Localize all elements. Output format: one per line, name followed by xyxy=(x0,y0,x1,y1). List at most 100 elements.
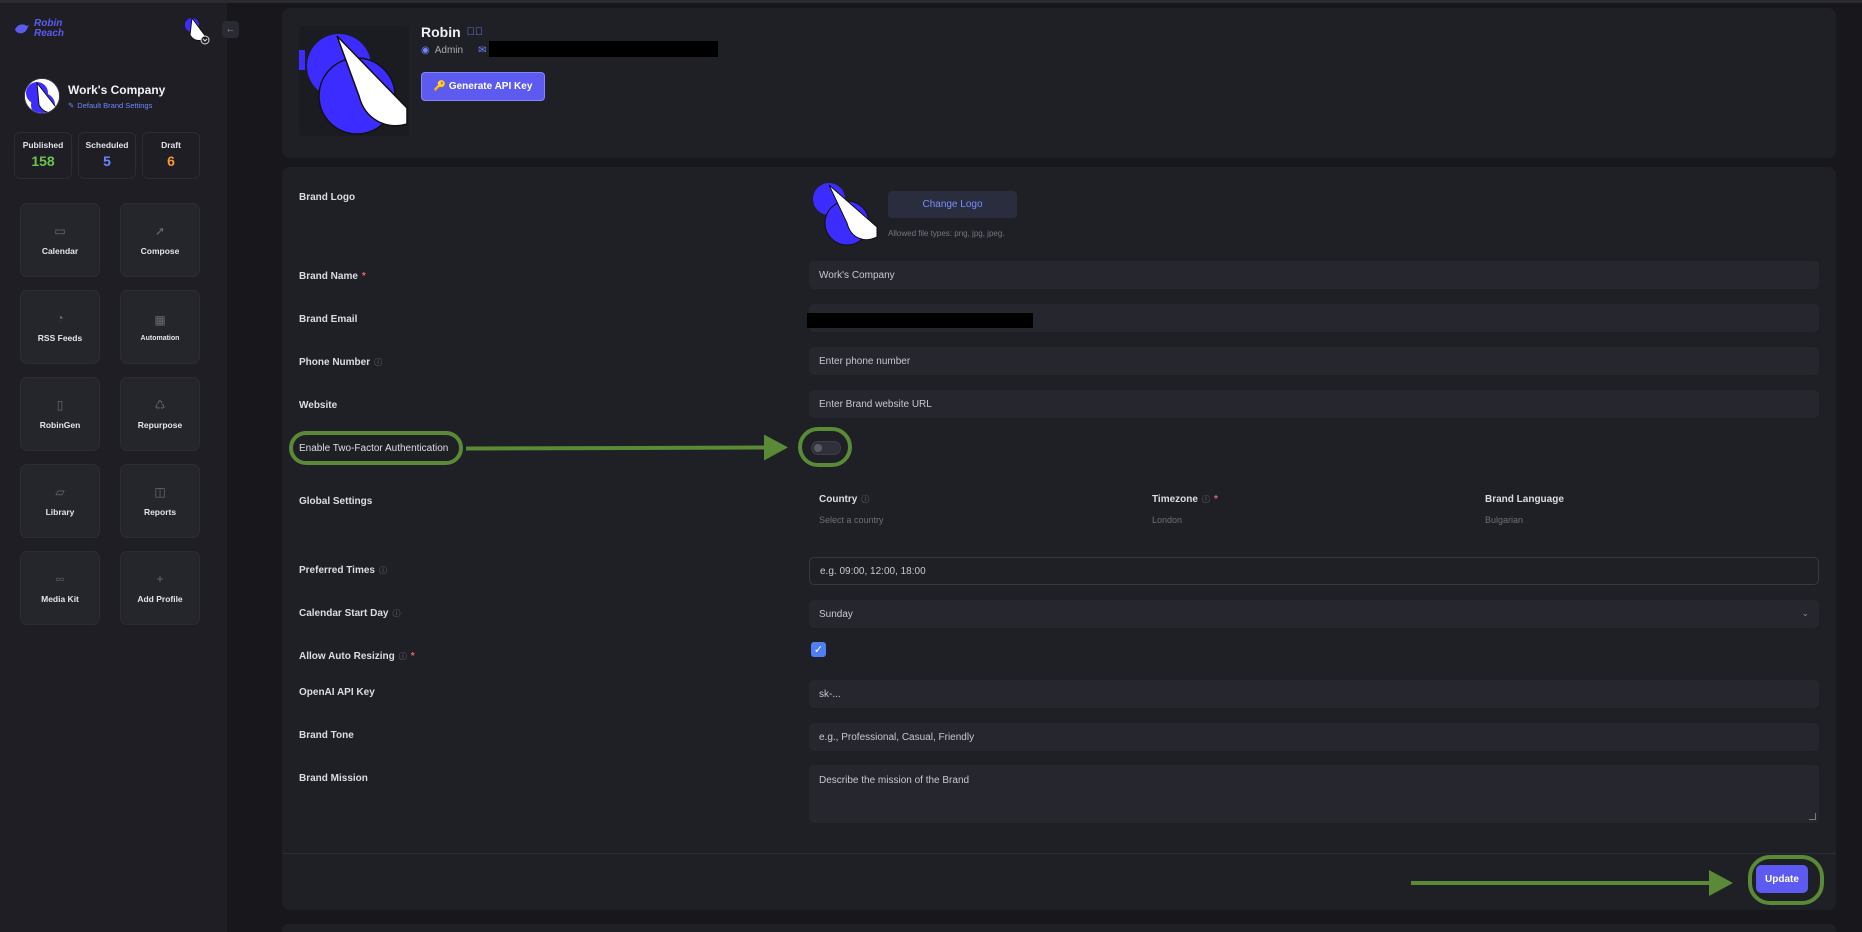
brand-logo-label-text: Brand Logo xyxy=(299,192,356,203)
website-input[interactable]: Enter Brand website URL xyxy=(809,390,1819,418)
country-label: Country xyxy=(819,494,858,505)
phone-number-label-text: Phone Number xyxy=(299,357,371,368)
nav-automation[interactable]: ▦ Automation xyxy=(120,290,200,364)
arrow-left-icon: ← xyxy=(225,24,236,35)
profile-panel: Robin ✓⃝ ◉ Admin ✉ 🔑 Generate API Key xyxy=(282,8,1836,158)
file-icon: ▯ xyxy=(56,398,64,412)
check-icon: ✓ xyxy=(813,644,824,656)
website-label: Website xyxy=(299,400,337,411)
country-column[interactable]: Country ⓘ Select a country xyxy=(819,494,884,525)
nav-rss-feeds[interactable]: ◔ RSS Feeds xyxy=(20,290,100,364)
start-day-value: Sunday xyxy=(819,608,853,620)
chart-icon: ◫ xyxy=(154,485,166,499)
redacted-brand-email xyxy=(807,313,1033,328)
recycle-icon: ♺ xyxy=(154,398,166,412)
folder-icon: ▱ xyxy=(55,485,65,499)
stat-value: 158 xyxy=(31,153,55,169)
country-select[interactable]: Select a country xyxy=(819,515,884,525)
language-column[interactable]: Brand Language Bulgarian xyxy=(1485,494,1564,525)
website-label-text: Website xyxy=(299,400,338,411)
resize-handle-icon[interactable] xyxy=(1809,813,1816,820)
top-border xyxy=(0,0,1862,3)
global-settings-box: Country ⓘ Select a country Timezone ⓘ * Lon… xyxy=(809,483,1819,539)
brand-tone-input[interactable]: e.g., Professional, Casual, Friendly xyxy=(809,723,1819,751)
brand-mission-label: Brand Mission xyxy=(299,773,368,784)
stat-label: Published xyxy=(22,140,64,150)
profile-role: ◉ Admin ✉ xyxy=(421,45,486,56)
nav-label: Calendar xyxy=(41,246,79,256)
update-button[interactable]: Update xyxy=(1756,865,1808,893)
nav-reports[interactable]: ◫ Reports xyxy=(120,464,200,538)
two-factor-label-text: Enable Two-Factor Authentication xyxy=(299,443,449,454)
company-avatar xyxy=(24,78,60,114)
timezone-select[interactable]: London xyxy=(1152,515,1218,525)
stats-row: Published 158 Scheduled 5 Draft 6 xyxy=(14,132,200,179)
stat-value: 6 xyxy=(167,153,175,169)
nav-label: Library xyxy=(45,507,75,517)
nav-label: Media Kit xyxy=(41,594,79,604)
nav-label: Automation xyxy=(140,334,180,342)
brand-switcher-icon[interactable] xyxy=(184,15,210,45)
brand-settings-form: Brand Logo Change Logo Allowed file type… xyxy=(282,167,1836,910)
nav-compose[interactable]: ➚ Compose xyxy=(120,203,200,277)
calendar-start-day-select[interactable]: Sunday ⌄ xyxy=(809,600,1819,628)
language-title: Brand Language xyxy=(1485,494,1564,505)
brand-name-input[interactable]: Work's Company xyxy=(809,261,1819,289)
company-name: Work's Company xyxy=(68,82,166,97)
chevron-down-icon: ⌄ xyxy=(1801,608,1809,618)
default-brand-settings-link[interactable]: ✎ Default Brand Settings xyxy=(68,101,165,110)
nav-library[interactable]: ▱ Library xyxy=(20,464,100,538)
stat-draft[interactable]: Draft 6 xyxy=(142,132,200,179)
logo-text-line2: Reach xyxy=(34,28,65,39)
timezone-label: Timezone xyxy=(1152,494,1198,505)
nav-label: Add Profile xyxy=(137,594,183,604)
nav-media-kit[interactable]: ▫▫ Media Kit xyxy=(20,551,100,625)
preferred-times-input[interactable]: e.g. 09:00, 12:00, 18:00 xyxy=(809,557,1819,585)
auto-resizing-checkbox[interactable]: ✓ xyxy=(811,642,826,657)
brand-mission-textarea[interactable]: Describe the mission of the Brand xyxy=(809,765,1819,823)
collapse-sidebar-button[interactable]: ← xyxy=(222,21,239,38)
grid-icon: ▫▫ xyxy=(55,572,65,586)
brand-tone-label: Brand Tone xyxy=(299,730,354,741)
two-factor-toggle[interactable] xyxy=(811,441,841,455)
info-icon: ⓘ xyxy=(392,609,401,618)
language-select[interactable]: Bulgarian xyxy=(1485,515,1564,525)
profile-name-text: Robin xyxy=(421,24,461,40)
nav-label: Repurpose xyxy=(137,420,183,430)
brand-email-label-text: Brand Email xyxy=(299,314,358,325)
plus-icon: + xyxy=(156,572,164,586)
auto-resizing-label: Allow Auto Resizing ⓘ * xyxy=(299,651,415,662)
stat-published[interactable]: Published 158 xyxy=(14,132,72,179)
nav-add-profile[interactable]: + Add Profile xyxy=(120,551,200,625)
timezone-column[interactable]: Timezone ⓘ * London xyxy=(1152,494,1218,525)
required-asterisk: * xyxy=(1213,494,1218,505)
next-panel-edge xyxy=(282,924,1836,932)
form-divider xyxy=(282,853,1836,854)
global-settings-label-text: Global Settings xyxy=(299,496,373,507)
annotation-arrow-to-update xyxy=(1411,870,1733,896)
nav-calendar[interactable]: ▭ Calendar xyxy=(20,203,100,277)
change-logo-button[interactable]: Change Logo xyxy=(888,191,1017,218)
phone-number-label: Phone Number ⓘ xyxy=(299,357,382,368)
stat-label: Scheduled xyxy=(85,140,129,150)
timezone-title: Timezone ⓘ * xyxy=(1152,494,1218,505)
rss-icon: ◔ xyxy=(56,311,64,325)
brand-email-label: Brand Email xyxy=(299,314,357,325)
nav-repurpose[interactable]: ♺ Repurpose xyxy=(120,377,200,451)
generate-api-key-button[interactable]: 🔑 Generate API Key xyxy=(421,72,545,101)
stat-label: Draft xyxy=(161,140,181,150)
profile-avatar xyxy=(299,26,409,136)
robinreach-logo[interactable]: Robin Reach xyxy=(14,19,64,39)
company-card[interactable]: Work's Company ✎ Default Brand Settings xyxy=(24,78,165,114)
default-brand-settings-label: Default Brand Settings xyxy=(77,100,153,110)
nav-label: RSS Feeds xyxy=(37,333,83,343)
nav-label: Compose xyxy=(140,246,180,256)
phone-number-input[interactable]: Enter phone number xyxy=(809,347,1819,375)
profile-name: Robin ✓⃝ xyxy=(421,24,483,40)
openai-key-input[interactable]: sk-... xyxy=(809,680,1819,708)
info-icon: ⓘ xyxy=(861,495,870,504)
stat-scheduled[interactable]: Scheduled 5 xyxy=(78,132,136,179)
brand-tone-label-text: Brand Tone xyxy=(299,730,354,741)
brand-logo-label: Brand Logo xyxy=(299,192,355,203)
nav-robingen[interactable]: ▯ RobinGen xyxy=(20,377,100,451)
